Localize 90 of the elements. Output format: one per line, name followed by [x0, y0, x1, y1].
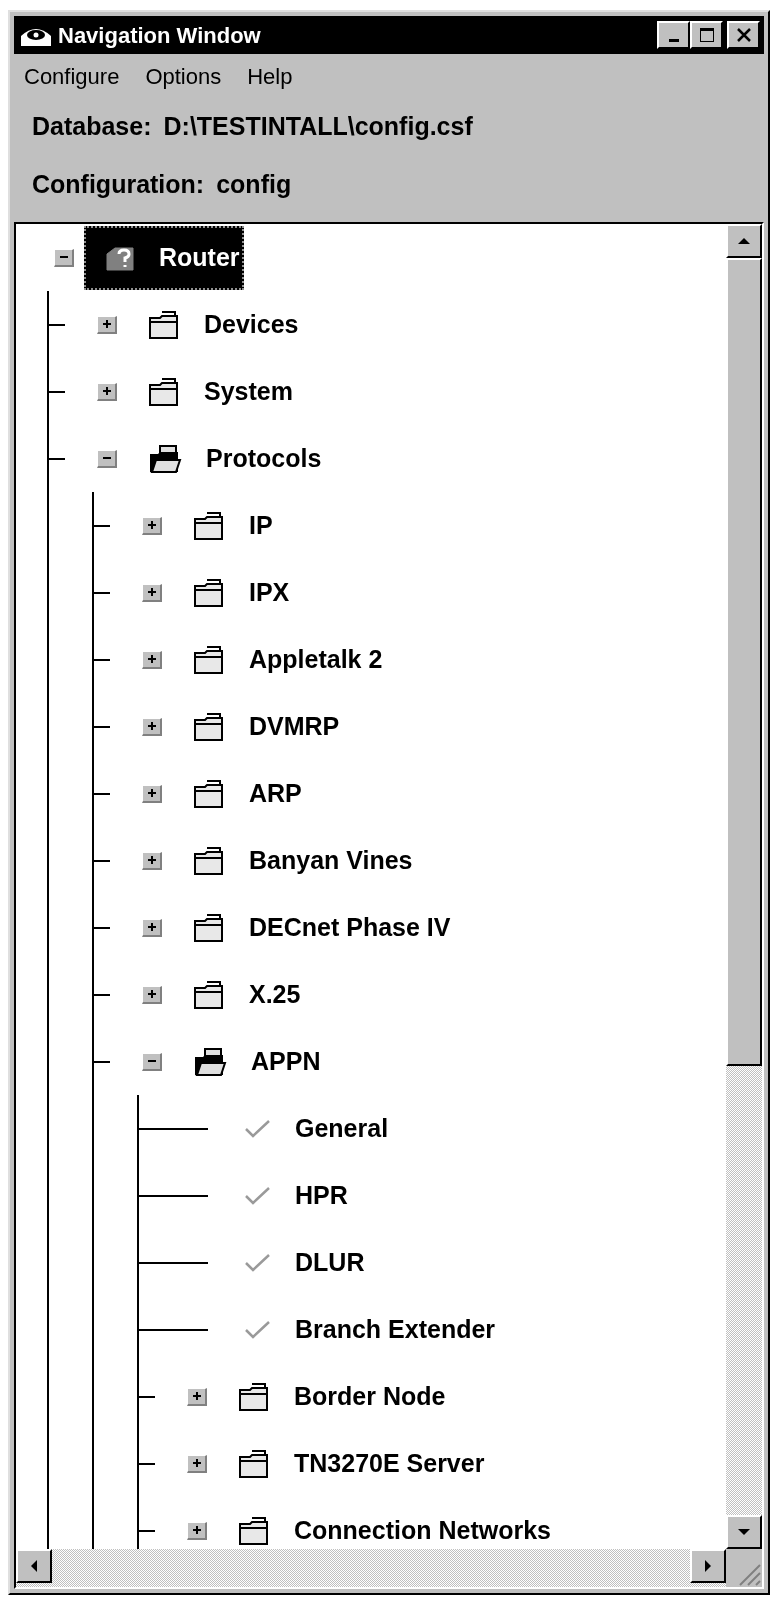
- collapse-toggle[interactable]: [97, 449, 117, 468]
- check-icon: [244, 1319, 271, 1340]
- info-label: Configuration:: [32, 168, 205, 200]
- scroll-left-button[interactable]: [16, 1549, 52, 1583]
- tree-item[interactable]: DVMRP: [172, 694, 344, 759]
- plus-icon: [146, 587, 157, 597]
- expand-toggle[interactable]: [97, 315, 117, 334]
- folder-icon: [148, 309, 180, 340]
- check-icon: [244, 1185, 271, 1206]
- plus-icon: [101, 386, 112, 396]
- scroll-down-button[interactable]: [726, 1515, 762, 1549]
- tree-item[interactable]: Router: [84, 225, 244, 290]
- scroll-right-button[interactable]: [690, 1549, 726, 1583]
- scroll-up-button[interactable]: [726, 224, 762, 258]
- plus-icon: [146, 654, 157, 664]
- tree-item[interactable]: DECnet Phase IV: [172, 895, 455, 960]
- tree-item[interactable]: ARP: [172, 761, 306, 826]
- tree-item[interactable]: IPX: [172, 560, 294, 625]
- expand-toggle[interactable]: [142, 717, 162, 736]
- expand-toggle[interactable]: [142, 851, 162, 870]
- expand-toggle[interactable]: [142, 516, 162, 535]
- minimize-button[interactable]: [657, 21, 690, 49]
- folder-icon: [193, 979, 225, 1010]
- open-folder-icon: [148, 443, 182, 474]
- tree-item[interactable]: X.25: [172, 962, 305, 1027]
- size-grip[interactable]: [726, 1549, 762, 1587]
- folder-icon: [193, 711, 225, 742]
- folder-icon: [238, 1448, 270, 1479]
- folder-icon: [193, 644, 225, 675]
- tree-item[interactable]: Devices: [127, 292, 303, 357]
- tree-item[interactable]: APPN: [172, 1029, 325, 1094]
- tree-item[interactable]: Appletalk 2: [172, 627, 387, 692]
- tree-item[interactable]: IP: [172, 493, 277, 558]
- folder-icon: [193, 912, 225, 943]
- plus-icon: [146, 721, 157, 731]
- folder-icon: [148, 376, 180, 407]
- expand-toggle[interactable]: [142, 784, 162, 803]
- info-label: Database:: [32, 111, 152, 142]
- menu-item[interactable]: Options: [145, 59, 222, 93]
- folder-icon: [193, 845, 225, 876]
- tree-item[interactable]: DLUR: [223, 1230, 369, 1295]
- tree-item[interactable]: General: [223, 1096, 393, 1161]
- plus-icon: [191, 1391, 202, 1401]
- scroll-thumb[interactable]: [726, 258, 762, 1066]
- tree-item[interactable]: Border Node: [217, 1364, 450, 1429]
- check-icon: [244, 1252, 271, 1273]
- plus-icon: [146, 989, 157, 999]
- plus-icon: [146, 788, 157, 798]
- folder-icon: [193, 510, 225, 541]
- plus-icon: [146, 855, 157, 865]
- plus-icon: [146, 922, 157, 932]
- tree-item[interactable]: Protocols: [127, 426, 326, 491]
- vertical-scrollbar[interactable]: [726, 224, 762, 1549]
- tree-item[interactable]: System: [127, 359, 297, 424]
- collapse-toggle[interactable]: [142, 1052, 162, 1071]
- menu-item[interactable]: Configure: [24, 59, 120, 93]
- expand-toggle[interactable]: [142, 650, 162, 669]
- maximize-button[interactable]: [690, 21, 723, 49]
- tree-item[interactable]: Connection Networks: [217, 1498, 555, 1549]
- check-icon: [244, 1118, 271, 1139]
- expand-toggle[interactable]: [187, 1454, 207, 1473]
- open-folder-icon: [193, 1046, 227, 1077]
- collapse-toggle[interactable]: [54, 248, 74, 267]
- close-button[interactable]: [727, 21, 760, 49]
- maximize-icon: [698, 27, 715, 43]
- expand-toggle[interactable]: [142, 985, 162, 1004]
- folder-icon: [193, 778, 225, 809]
- info-value: D:\TESTINTALL\config.csf: [163, 111, 473, 142]
- expand-toggle[interactable]: [97, 382, 117, 401]
- plus-icon: [101, 319, 112, 329]
- minimize-icon: [668, 38, 679, 42]
- expand-toggle[interactable]: [187, 1387, 207, 1406]
- plus-icon: [191, 1525, 202, 1535]
- folder-icon: [238, 1515, 270, 1546]
- close-icon: [735, 27, 752, 43]
- tree-item[interactable]: Banyan Vines: [172, 828, 417, 893]
- tree-item[interactable]: TN3270E Server: [217, 1431, 489, 1496]
- expand-toggle[interactable]: [187, 1521, 207, 1540]
- plus-icon: [146, 520, 157, 530]
- folder-icon: [238, 1381, 270, 1412]
- horizontal-scrollbar[interactable]: [16, 1549, 726, 1587]
- info-value: config: [216, 168, 292, 200]
- plus-icon: [191, 1458, 202, 1468]
- expand-toggle[interactable]: [142, 583, 162, 602]
- tree-item[interactable]: Branch Extender: [223, 1297, 500, 1362]
- tree-item[interactable]: HPR: [223, 1163, 352, 1228]
- window-title: Navigation Window: [58, 21, 262, 50]
- expand-toggle[interactable]: [142, 918, 162, 937]
- folder-icon: [193, 577, 225, 608]
- menu-item[interactable]: Help: [247, 59, 293, 93]
